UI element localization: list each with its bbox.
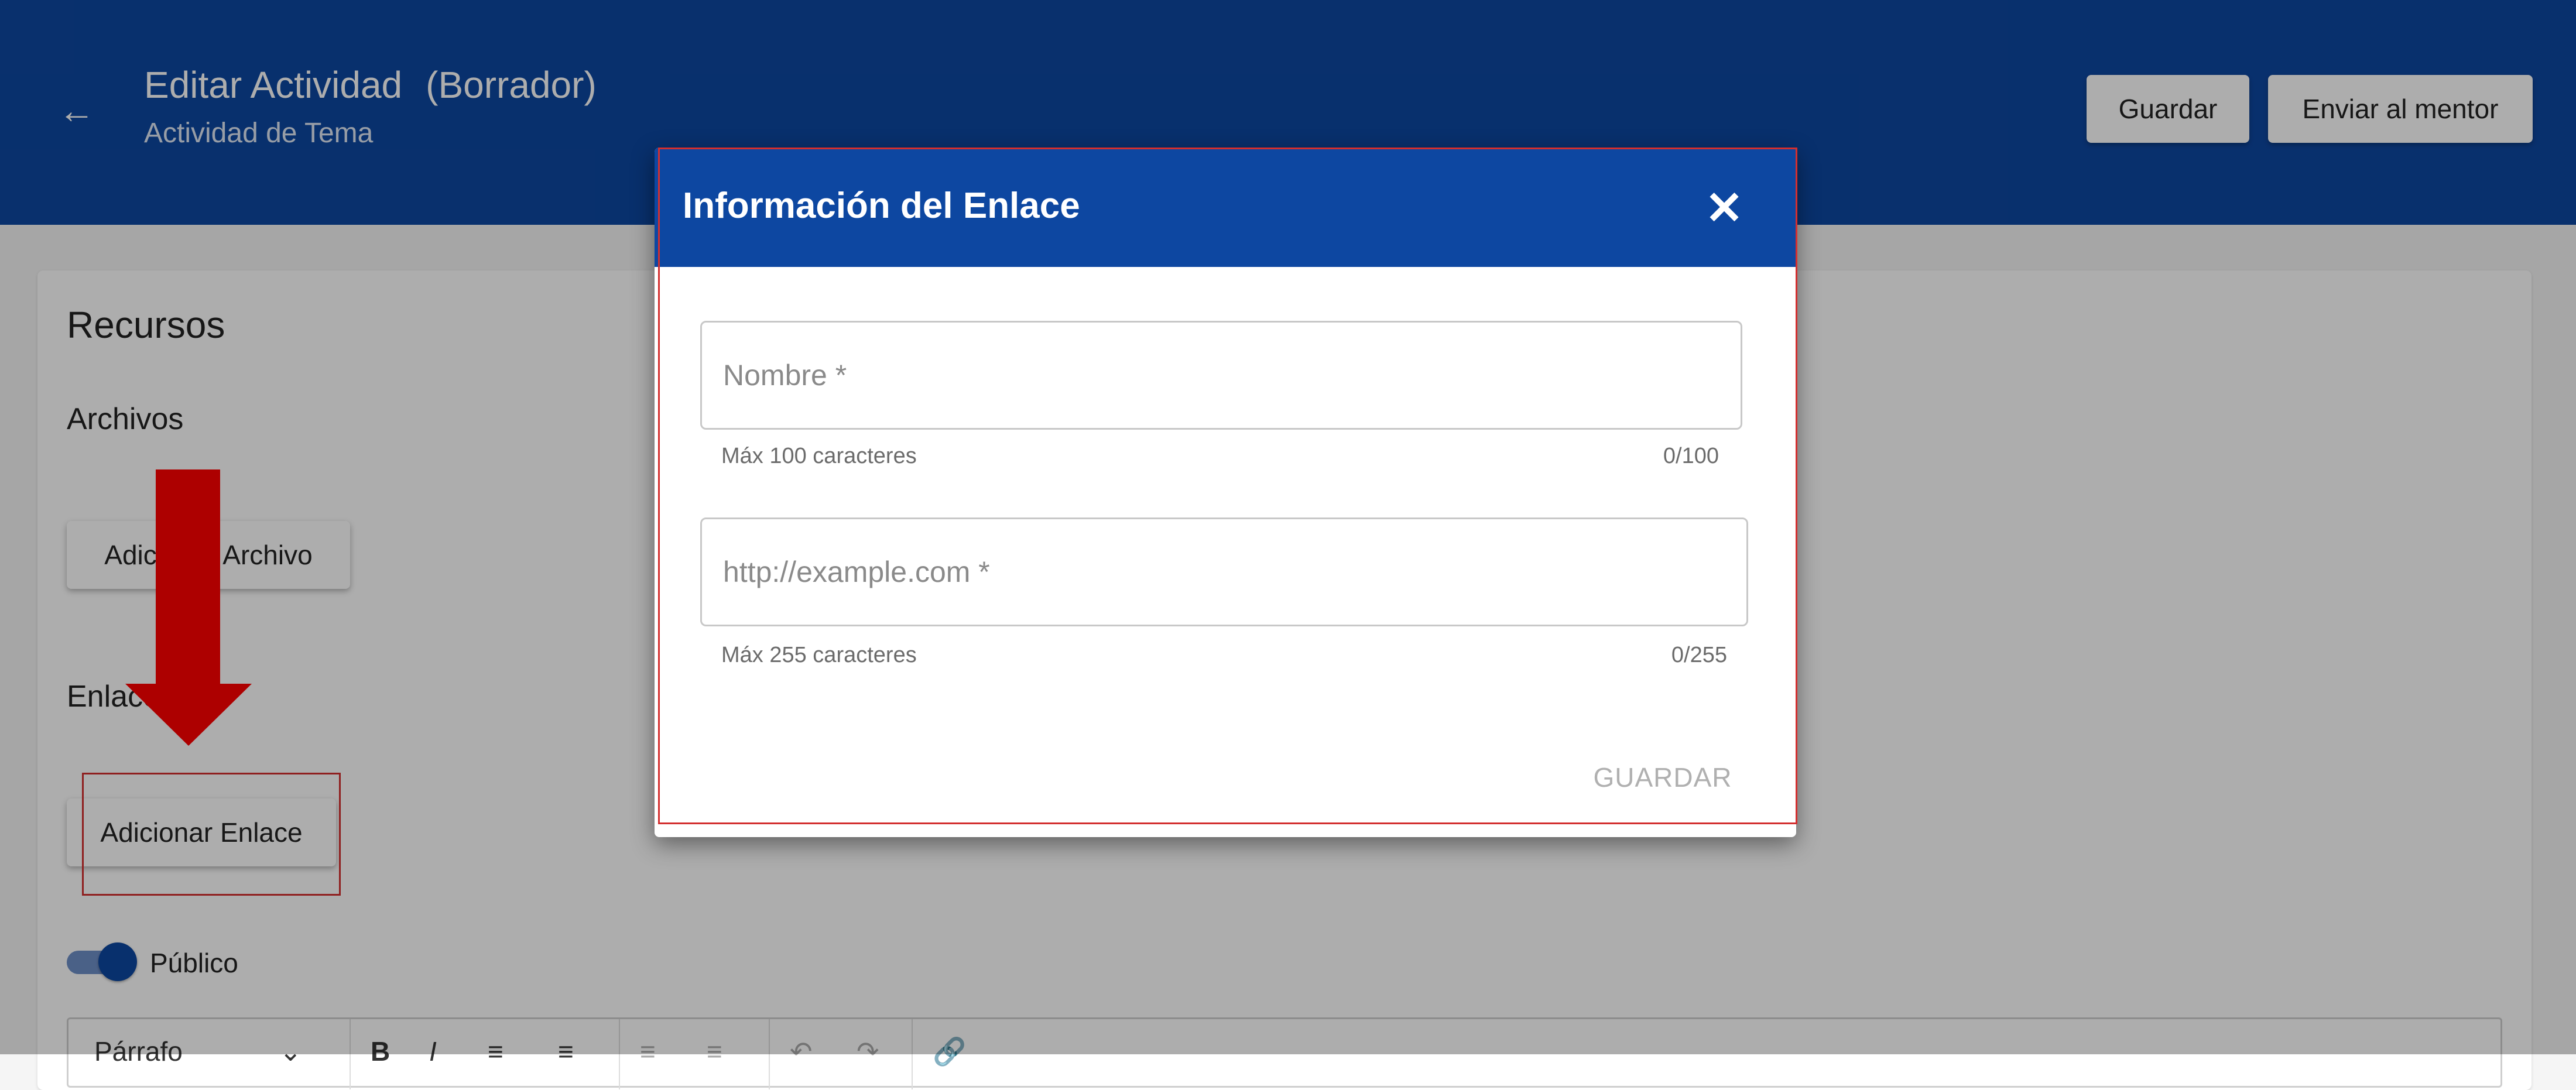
dialog-highlight-frame — [658, 148, 1797, 824]
